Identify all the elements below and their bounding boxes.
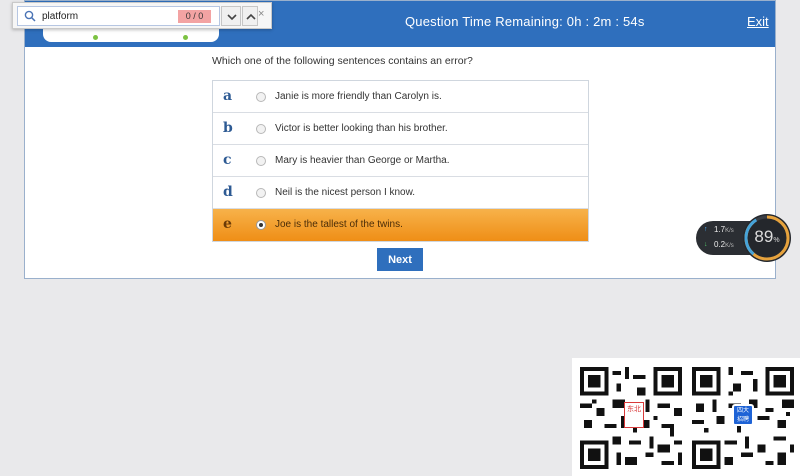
next-button[interactable]: Next [377, 248, 423, 271]
option-c[interactable]: c Mary is heavier than George or Martha. [213, 145, 588, 177]
radio-button-a[interactable] [256, 92, 266, 102]
qr-badge-left-text: 东北 [627, 406, 641, 413]
upload-arrow-icon: ↑ [704, 226, 708, 233]
radio-button-b[interactable] [256, 124, 266, 134]
quiz-frame: .sne. Question Time Remaining: 0h : 2m :… [24, 0, 776, 279]
find-field[interactable]: 0 / 0 [17, 6, 220, 26]
qr-badge-right-bottom: 招聘 [736, 417, 749, 423]
option-letter: d [223, 184, 233, 200]
option-d[interactable]: d Neil is the nicest person I know. [213, 177, 588, 209]
logo-dot-left [93, 35, 98, 40]
find-in-page-bar: 0 / 0 × [12, 2, 272, 29]
upload-speed: 1.7K/s [714, 225, 734, 234]
logo-dot-right [183, 35, 188, 40]
radio-button-d[interactable] [256, 188, 266, 198]
match-count: 0 / 0 [178, 10, 211, 23]
qr-badge-left: 东北 [624, 402, 644, 428]
option-letter: a [223, 88, 233, 104]
chevron-up-icon [246, 13, 256, 20]
download-speed: 0.2K/s [714, 240, 734, 249]
qr-code-panel: 东北 四大 招聘 [572, 358, 800, 476]
question-text: Which one of the following sentences con… [212, 55, 473, 67]
search-icon [24, 10, 36, 22]
answer-options: a Janie is more friendly than Carolyn is… [212, 80, 589, 242]
option-letter: b [223, 120, 233, 136]
option-letter: c [223, 152, 232, 168]
download-speed-unit: K/s [725, 243, 734, 249]
exit-link[interactable]: Exit [747, 14, 769, 29]
radio-button-e[interactable] [256, 220, 266, 230]
option-text: Janie is more friendly than Carolyn is. [275, 91, 442, 102]
option-b[interactable]: b Victor is better looking than his brot… [213, 113, 588, 145]
close-icon[interactable]: × [258, 8, 264, 20]
question-timer: Question Time Remaining: 0h : 2m : 54s [405, 14, 645, 29]
upload-speed-unit: K/s [725, 228, 734, 234]
option-text: Neil is the nicest person I know. [275, 187, 416, 198]
gauge-unit: % [773, 237, 780, 244]
gauge-number: 89 [754, 227, 774, 246]
qr-badge-right-top: 四大 [736, 408, 749, 414]
radio-button-c[interactable] [256, 156, 266, 166]
chevron-down-icon [227, 14, 237, 21]
memory-usage-gauge[interactable]: 89% [743, 214, 791, 262]
qr-badge-right: 四大 招聘 [732, 404, 754, 426]
find-input[interactable] [42, 9, 172, 23]
option-a[interactable]: a Janie is more friendly than Carolyn is… [213, 81, 588, 113]
next-match-button[interactable] [221, 6, 241, 26]
option-text: Joe is the tallest of the twins. [275, 219, 403, 230]
upload-speed-value: 1.7 [714, 225, 726, 234]
option-e[interactable]: e Joe is the tallest of the twins. [213, 209, 588, 241]
download-speed-value: 0.2 [714, 240, 726, 249]
option-text: Victor is better looking than his brothe… [275, 123, 448, 134]
option-letter: e [223, 216, 232, 232]
download-arrow-icon: ↓ [704, 241, 708, 248]
gauge-value: 89% [743, 227, 791, 247]
option-text: Mary is heavier than George or Martha. [275, 155, 450, 166]
previous-match-button[interactable] [242, 6, 258, 26]
